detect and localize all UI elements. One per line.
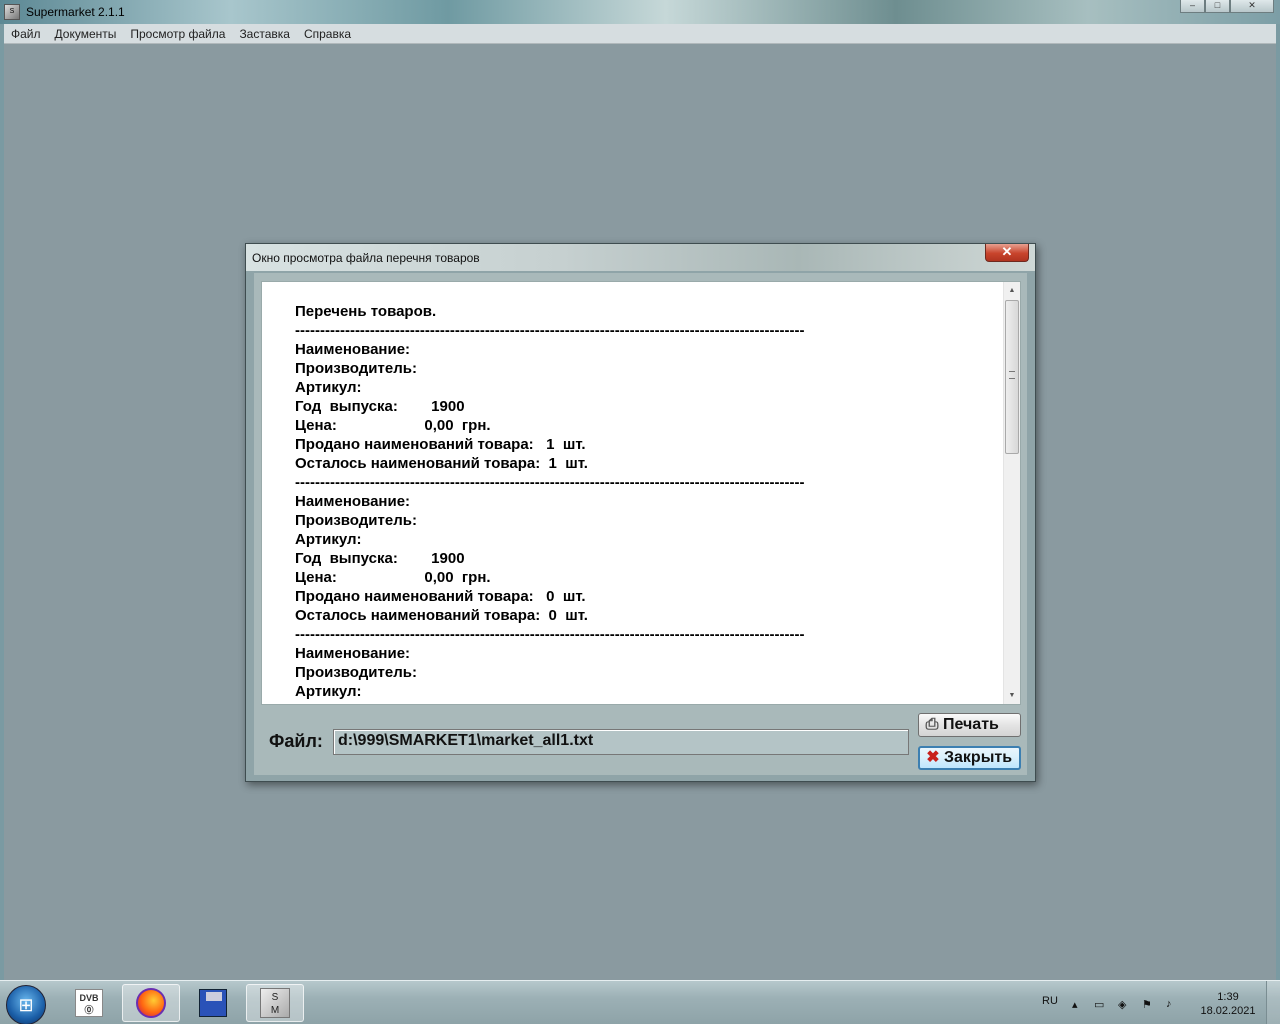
- taskbar-app-firefox[interactable]: [122, 984, 180, 1022]
- file-path-field[interactable]: d:\999\SMARKET1\market_all1.txt: [333, 729, 909, 755]
- taskbar: ⊞ DVB ⓪ S M RU ▴ ▭ ◈ ⚑ ♪ 1:39 18.02.2021: [0, 980, 1280, 1024]
- taskbar-app-supermarket[interactable]: S M: [246, 984, 304, 1022]
- show-desktop-button[interactable]: [1266, 981, 1280, 1024]
- taskbar-app-dvb[interactable]: DVB ⓪: [60, 984, 118, 1022]
- network-shield-icon[interactable]: ◈: [1118, 998, 1126, 1011]
- menu-bar: Файл Документы Просмотр файла Заставка С…: [4, 24, 1276, 44]
- window-title: Supermarket 2.1.1: [26, 5, 125, 19]
- scroll-up-arrow-icon[interactable]: ▲: [1004, 282, 1020, 299]
- file-viewer-dialog: Окно просмотра файла перечня товаров ✕ П…: [245, 243, 1036, 782]
- dialog-titlebar[interactable]: Окно просмотра файла перечня товаров ✕: [246, 244, 1035, 271]
- window-titlebar[interactable]: S Supermarket 2.1.1 – □ ✕: [0, 0, 1280, 24]
- menu-view-file[interactable]: Просмотр файла: [123, 24, 232, 44]
- window-frame-right: [1276, 24, 1280, 980]
- app-icon: S: [4, 4, 20, 20]
- print-button[interactable]: ⎙ Печать: [918, 713, 1021, 737]
- scroll-down-arrow-icon[interactable]: ▼: [1004, 687, 1020, 704]
- vertical-scrollbar[interactable]: ▲ ▼: [1003, 282, 1020, 704]
- scrollbar-grip-icon: [1009, 371, 1015, 379]
- action-center-icon[interactable]: ⚑: [1142, 998, 1152, 1011]
- tray-clock[interactable]: 1:39 18.02.2021: [1196, 990, 1260, 1018]
- russian-flag-icon[interactable]: ▭: [1094, 998, 1104, 1011]
- start-button[interactable]: ⊞: [6, 985, 46, 1024]
- supermarket-icon: S M: [260, 988, 290, 1018]
- file-content-text: Перечень товаров. ----------------------…: [295, 303, 805, 700]
- printer-icon: ⎙: [925, 716, 939, 733]
- close-button[interactable]: ✖ Закрыть: [918, 746, 1021, 770]
- print-button-label: Печать: [943, 716, 999, 733]
- menu-documents[interactable]: Документы: [48, 24, 124, 44]
- floppy-disk-icon: [199, 989, 227, 1017]
- maximize-button[interactable]: □: [1205, 0, 1230, 13]
- dialog-close-button[interactable]: ✕: [985, 244, 1029, 262]
- tray-expand-icon[interactable]: ▴: [1072, 998, 1078, 1011]
- scrollbar-thumb[interactable]: [1005, 300, 1019, 454]
- menu-file[interactable]: Файл: [4, 24, 48, 44]
- close-button-label: Закрыть: [944, 749, 1013, 766]
- windows-logo-icon: ⊞: [18, 995, 34, 1015]
- clock-time: 1:39: [1217, 991, 1239, 1003]
- volume-icon[interactable]: ♪: [1166, 998, 1172, 1010]
- language-indicator[interactable]: RU: [1042, 995, 1058, 1007]
- close-x-icon: ✖: [926, 749, 940, 766]
- close-window-button[interactable]: ✕: [1230, 0, 1274, 13]
- dialog-body: Перечень товаров. ----------------------…: [254, 273, 1027, 775]
- menu-help[interactable]: Справка: [297, 24, 358, 44]
- menu-screensaver[interactable]: Заставка: [232, 24, 297, 44]
- window-controls: – □ ✕: [1180, 0, 1274, 14]
- taskbar-app-floppy[interactable]: [184, 984, 242, 1022]
- minimize-button[interactable]: –: [1180, 0, 1205, 13]
- dvb-icon: DVB ⓪: [75, 989, 103, 1017]
- dialog-title: Окно просмотра файла перечня товаров: [252, 251, 480, 265]
- file-content-memo[interactable]: Перечень товаров. ----------------------…: [261, 281, 1021, 705]
- clock-date: 18.02.2021: [1200, 1005, 1256, 1017]
- firefox-icon: [136, 988, 166, 1018]
- file-label: Файл:: [269, 731, 323, 751]
